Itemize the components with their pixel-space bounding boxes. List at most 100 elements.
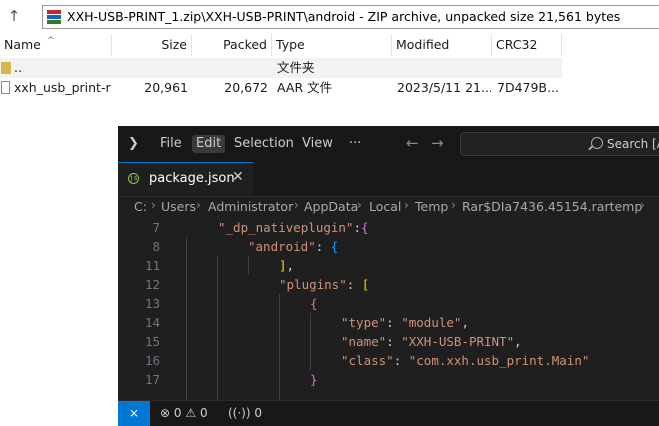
code-text: "name": "XXH-USB-PRINT", [341,332,522,351]
line-number: 14 [144,315,160,330]
code-token: "type" [341,315,387,330]
command-search-box[interactable]: Search [Ad [460,132,659,156]
chevron-right-icon: › [294,198,299,212]
list-item[interactable]: .. 文件夹 [0,58,562,78]
code-line[interactable]: 8 "android": { [118,237,659,256]
archive-path: XXH-USB-PRINT_1.zip\XXH-USB-PRINT\androi… [67,9,621,24]
breadcrumb-item[interactable]: Rar$DIa7436.45154.rartemp [462,199,642,214]
forward-arrow-icon[interactable]: → [431,134,444,152]
code-text: "_dp_nativeplugin":{ [218,218,369,237]
code-token: : [393,353,409,368]
code-token: "name" [341,334,387,349]
line-number: 11 [144,258,160,273]
chevron-right-icon: › [640,198,645,212]
ports-count: 0 [254,406,263,420]
code-token: "_dp_nativeplugin" [218,220,354,235]
column-crc32[interactable]: CRC32 [492,34,562,56]
column-type[interactable]: Type [272,34,392,56]
code-token: "module" [401,315,462,330]
archive-toolbar: ↑ XXH-USB-PRINT_1.zip\XXH-USB-PRINT\andr… [0,0,659,34]
chevron-right-icon: › [357,198,362,212]
file-name: .. [14,60,22,75]
code-text: } [310,370,318,389]
file-type: AAR 文件 [277,80,333,95]
chevron-right-icon: › [151,198,156,212]
file-size: 20,961 [144,80,188,95]
breadcrumb-item[interactable]: C: [134,199,147,214]
chevron-right-icon: › [404,198,409,212]
back-arrow-icon[interactable]: ← [406,134,419,152]
column-name[interactable]: Name ^ [0,34,112,56]
code-line[interactable]: 12 "plugins": [ [118,275,659,294]
code-editor[interactable]: 7 "_dp_nativeplugin":{8 "android": {11], 12… [118,218,659,400]
code-line[interactable]: 15 "name": "XXH-USB-PRINT", [118,332,659,351]
code-token: : [386,334,402,349]
code-line[interactable]: 7 "_dp_nativeplugin":{ [118,218,659,237]
code-line[interactable]: 11], [118,256,659,275]
code-token: , [514,334,522,349]
code-token: : [346,277,362,292]
code-line[interactable]: 13 { [118,294,659,313]
file-packed: 20,672 [224,80,268,95]
editor-tab-bar: js package.json ✕ [118,162,659,197]
code-token: "android" [248,239,316,254]
code-token: } [310,372,318,387]
breadcrumb-item[interactable]: Users [161,199,196,214]
code-token: [ [361,277,370,292]
folder-icon [1,62,11,74]
code-line[interactable]: 17} [118,370,659,389]
menu-more[interactable]: ··· [345,135,365,153]
column-size[interactable]: Size [112,34,192,56]
remote-indicator-icon[interactable]: ⨯ [118,401,150,426]
code-text: "android": { [248,237,338,256]
line-number: 16 [144,353,160,368]
column-modified[interactable]: Modified [392,34,492,56]
breadcrumb: C: › Users › Administrator › AppData › L… [118,196,659,218]
search-icon [591,137,603,149]
line-number: 13 [144,296,160,311]
file-type: 文件夹 [277,60,315,75]
close-icon[interactable]: ✕ [232,169,244,185]
warning-icon: ⚠ [185,406,197,420]
menu-view[interactable]: View [298,135,337,153]
code-text: "plugins": [ [279,275,369,294]
line-number: 12 [144,277,160,292]
up-folder-icon[interactable]: ↑ [4,6,24,26]
code-token: ] [279,258,287,273]
menu-file[interactable]: File [156,135,186,153]
sort-caret-icon: ^ [47,36,55,46]
line-number: 8 [152,239,160,254]
code-token: , [461,315,469,330]
broadcast-icon: ((·)) [228,406,251,420]
line-number: 15 [144,334,160,349]
search-label: Search [Ad [607,137,659,151]
breadcrumb-item[interactable]: Administrator [208,199,293,214]
status-bar: ⨯ ⊗ 0 ⚠ 0 ((·)) 0 [118,400,659,426]
archive-address-bar[interactable]: XXH-USB-PRINT_1.zip\XXH-USB-PRINT\androi… [42,5,659,29]
line-number: 17 [144,372,160,387]
line-number: 7 [152,220,160,235]
file-list-header: Name ^ Size Packed Type Modified CRC32 [0,34,659,56]
warning-count: 0 [199,406,208,420]
vscode-window: ❯ File Edit Selection View ··· ← → Searc… [118,126,659,426]
problems-status[interactable]: ⊗ 0 ⚠ 0 [160,406,208,420]
code-line[interactable]: 14 "type": "module", [118,313,659,332]
list-item[interactable]: xxh_usb_print-r... 20,961 20,672 AAR 文件 … [0,78,562,98]
code-token: , [286,258,295,273]
breadcrumb-item[interactable]: AppData [304,199,358,214]
chevron-right-icon: › [451,198,456,212]
menu-selection[interactable]: Selection [230,135,298,153]
tab-package-json[interactable]: js package.json ✕ [118,162,253,196]
column-packed[interactable]: Packed [192,34,272,56]
code-token: "com.xxh.usb_print.Main" [408,353,590,368]
title-bar: ❯ File Edit Selection View ··· ← → Searc… [118,126,659,162]
menu-edit[interactable]: Edit [192,135,226,153]
code-token: { [310,296,318,311]
ports-status[interactable]: ((·)) 0 [228,406,262,420]
breadcrumb-item[interactable]: Temp [415,199,448,214]
breadcrumb-item[interactable]: Local [369,199,401,214]
code-line[interactable]: 16 "class": "com.xxh.usb_print.Main" [118,351,659,370]
nodejs-icon: js [128,173,139,184]
file-name: xxh_usb_print-r... [14,80,111,95]
code-token: { [361,220,369,235]
